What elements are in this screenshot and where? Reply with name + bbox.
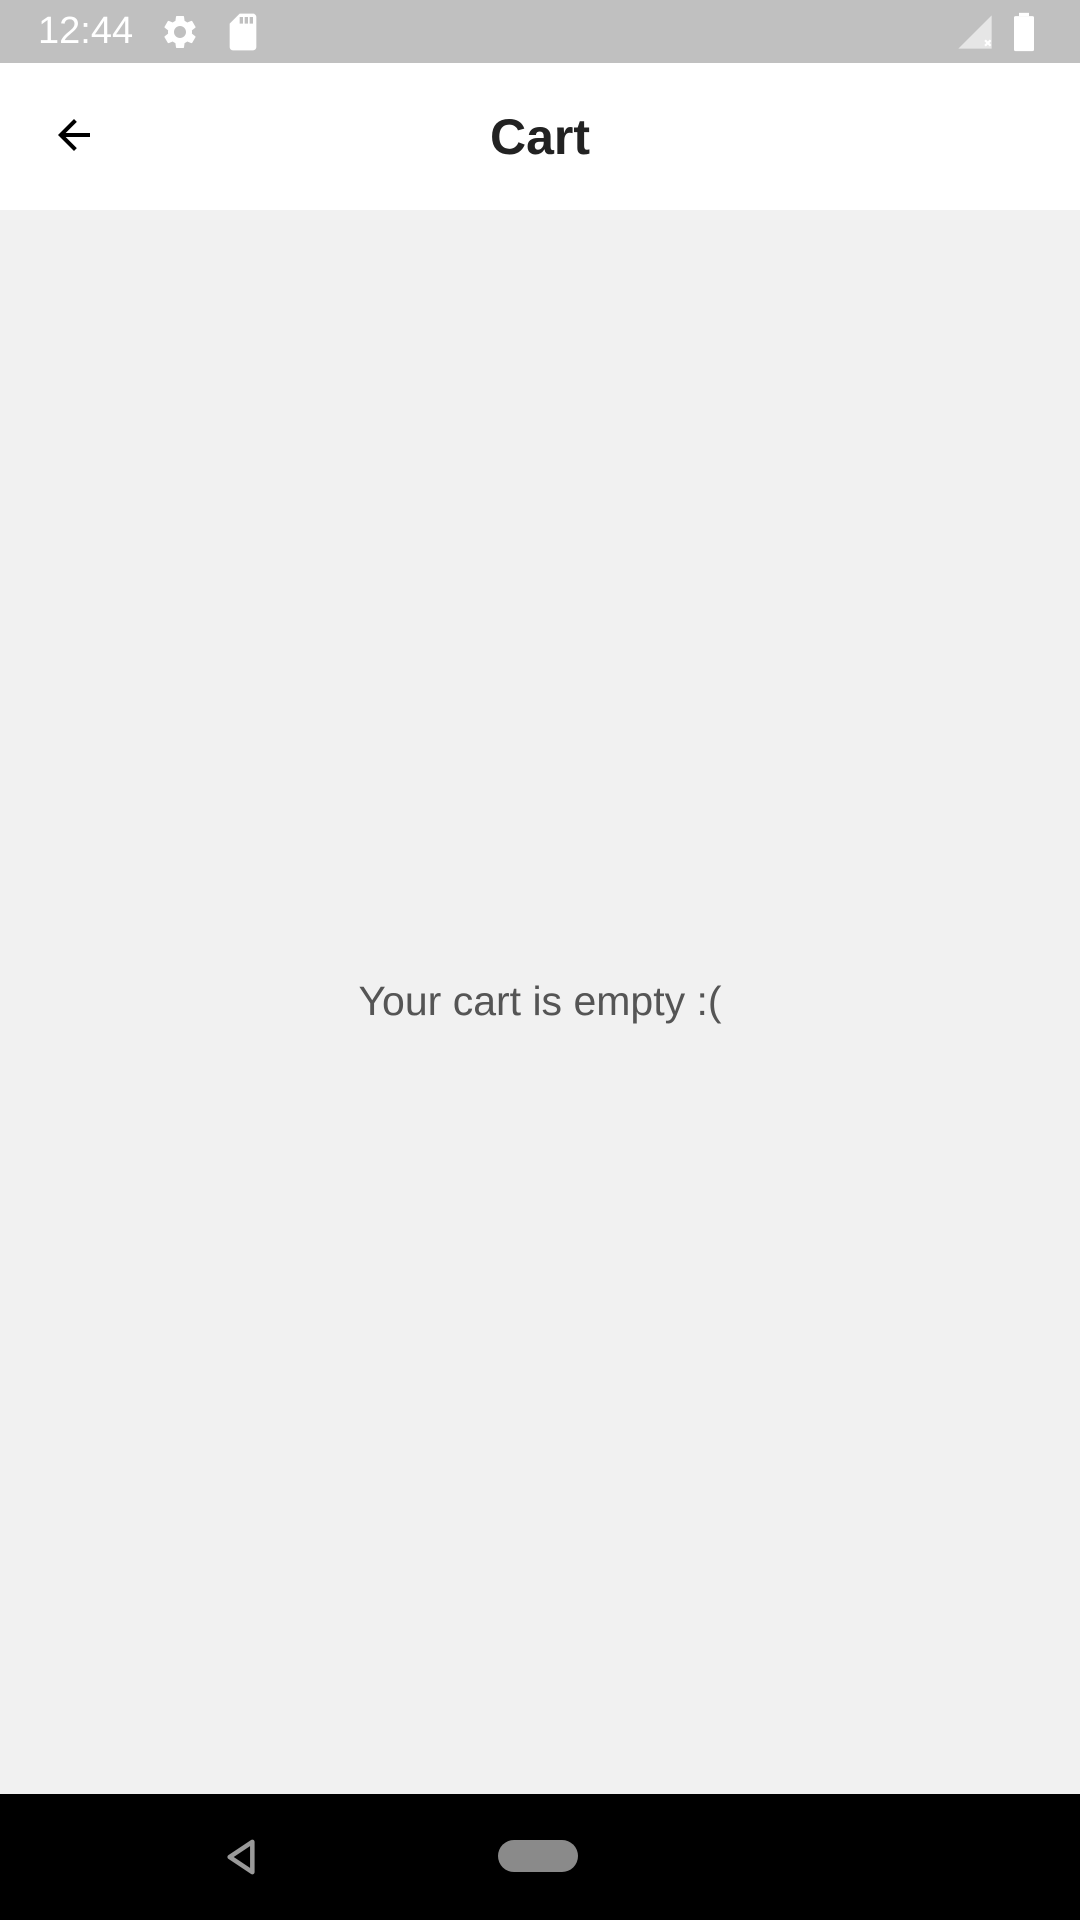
status-time: 12:44 <box>38 10 134 52</box>
nav-home-pill[interactable] <box>498 1840 578 1872</box>
battery-icon <box>1011 0 1037 63</box>
app-bar: Cart <box>0 63 1080 210</box>
signal-off-icon <box>955 0 995 63</box>
page-title: Cart <box>489 109 591 165</box>
nav-back-icon[interactable] <box>218 1834 264 1880</box>
empty-cart-message: Your cart is empty :( <box>358 978 722 1024</box>
gear-icon <box>160 0 200 63</box>
cart-content: Your cart is empty :( <box>0 210 1080 1794</box>
sd-card-icon <box>226 0 260 63</box>
system-nav-bar <box>0 1794 1080 1920</box>
status-bar: 12:44 <box>0 0 1080 63</box>
screen: 12:44 Cart Your cart is empty:( <box>0 0 1080 1920</box>
